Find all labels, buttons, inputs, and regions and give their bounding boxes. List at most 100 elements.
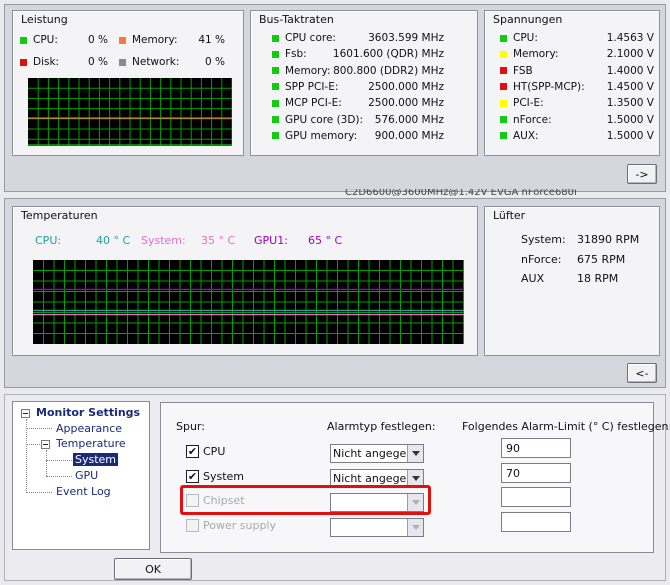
voltage-row-label: HT(SPP-MCP): — [513, 80, 585, 93]
chevron-down-icon[interactable] — [407, 469, 423, 487]
col-limit-header: Folgendes Alarm-Limit (° C) festlegen: — [462, 420, 670, 433]
tree-connector — [26, 444, 40, 445]
performance-graph — [28, 78, 232, 146]
voltage-row: AUX: — [500, 130, 539, 142]
bus-status-swatch — [272, 132, 279, 140]
voltage-row-label: AUX: — [513, 129, 539, 142]
voltage-row: CPU: — [500, 32, 538, 44]
voltage-row-value: 1.4563 V — [606, 32, 654, 44]
voltage-row-value: 2.1000 V — [606, 48, 654, 61]
disk-color-swatch — [20, 58, 27, 66]
background-window-text: C2D6600@3600MHz@1.42V EVGA nForce680i — [345, 189, 577, 196]
luefter-title: Lüfter — [493, 209, 526, 222]
temp-cpu-value: 40 ° C — [96, 234, 131, 247]
voltage-row-value: 1.5000 V — [606, 113, 654, 126]
alarm-checkbox[interactable]: ✔ — [186, 469, 199, 483]
bus-row-value: 1601.600 (QDR) MHz — [332, 48, 444, 61]
voltage-row: Memory: — [500, 48, 558, 60]
tree-connector — [46, 460, 72, 461]
voltage-row: PCI-E: — [500, 97, 544, 109]
bus-row-value: 800.800 (DDR2) MHz — [333, 64, 444, 77]
voltage-status-swatch — [500, 67, 507, 75]
tree-item-gpu[interactable]: GPU — [75, 469, 98, 482]
bus-row-value: 2500.000 MHz — [368, 80, 444, 93]
alarm-limit-input[interactable]: 90 — [501, 438, 571, 458]
tree-item-system[interactable]: System — [73, 453, 119, 466]
voltage-row-label: nForce: — [513, 113, 552, 126]
chevron-down-icon[interactable] — [407, 518, 423, 536]
tree-item-monitor-settings[interactable]: Monitor Settings — [36, 406, 140, 419]
voltage-status-swatch — [500, 116, 507, 123]
voltage-row: FSB — [500, 65, 533, 77]
bus-row-label: CPU core: — [285, 32, 336, 44]
tree-connector — [46, 476, 72, 477]
bus-row: CPU core: — [272, 32, 336, 44]
bus-row-label: Memory: — [285, 64, 331, 77]
tree-temperature-expander-icon[interactable] — [41, 440, 50, 449]
tree-root-expander-icon[interactable] — [21, 409, 30, 418]
memory-color-swatch — [119, 36, 126, 44]
fan-row-label: nForce: — [521, 252, 562, 266]
voltage-row-label: Memory: — [513, 48, 559, 61]
voltage-row-value: 1.4500 V — [606, 80, 654, 93]
chevron-down-icon[interactable] — [407, 445, 423, 462]
performance-graph-canvas — [28, 78, 232, 146]
bus-row: Memory: — [272, 65, 330, 77]
leistung-network-value: 0 % — [205, 56, 225, 68]
voltage-row-label: CPU: — [513, 32, 538, 44]
voltage-row: nForce: — [500, 114, 552, 126]
alarm-limit-input[interactable] — [501, 487, 571, 507]
alarm-row-label: CPU — [203, 445, 226, 458]
voltage-status-swatch — [500, 99, 507, 107]
leistung-memory-row: Memory: — [119, 34, 177, 46]
alarm-checkbox[interactable]: ✔ — [186, 445, 199, 458]
alarm-checkbox[interactable] — [186, 518, 199, 532]
tree-item-temperature[interactable]: Temperature — [56, 437, 126, 450]
bus-status-swatch — [272, 99, 279, 107]
bus-row: Fsb: — [272, 48, 307, 60]
tree-item-event-log[interactable]: Event Log — [56, 485, 111, 498]
bus-row-value: 900.000 MHz — [374, 129, 444, 142]
voltage-row-value: 1.3500 V — [606, 97, 654, 110]
voltage-row: HT(SPP-MCP): — [500, 81, 585, 93]
ok-button[interactable]: OK — [114, 558, 192, 580]
leistung-disk-label: Disk: — [33, 56, 60, 68]
voltage-row-label: PCI-E: — [513, 97, 544, 110]
bus-status-swatch — [272, 116, 279, 123]
tree-item-appearance[interactable]: Appearance — [56, 422, 122, 435]
leistung-disk-value: 0 % — [88, 56, 108, 68]
temperature-graph — [33, 260, 464, 344]
bus-row-value: 2500.000 MHz — [368, 97, 444, 110]
alarm-type-select[interactable]: Nicht angegeben — [330, 444, 424, 463]
voltage-status-swatch — [500, 132, 507, 140]
bus-row-value: 576.000 MHz — [374, 113, 444, 126]
alarm-limit-input[interactable] — [501, 511, 571, 532]
leistung-title: Leistung — [21, 13, 68, 26]
temp-system-label: System: — [141, 234, 186, 247]
alarm-row-label: Power supply — [203, 518, 276, 532]
bus-status-swatch — [272, 34, 279, 42]
bus-status-swatch — [272, 67, 279, 75]
alarm-limit-input[interactable]: 70 — [501, 462, 571, 483]
voltage-status-swatch — [500, 83, 507, 91]
voltage-status-swatch — [500, 50, 507, 58]
network-color-swatch — [119, 58, 126, 66]
leistung-memory-label: Memory: — [132, 34, 178, 46]
voltage-row-label: FSB — [513, 64, 533, 77]
settings-tree: Monitor Settings Appearance Temperature … — [12, 401, 150, 550]
tree-connector — [26, 492, 52, 493]
leistung-cpu-row: CPU: — [20, 34, 58, 46]
fan-row-value: 18 RPM — [577, 272, 619, 285]
temp-gpu1-value: 65 ° C — [308, 234, 343, 247]
alarm-type-select[interactable] — [330, 517, 424, 537]
bus-row: SPP PCI-E: — [272, 81, 338, 93]
bus-status-swatch — [272, 83, 279, 91]
expand-button[interactable]: -> — [627, 164, 657, 184]
voltage-row-value: 1.4000 V — [606, 64, 654, 77]
cpu-color-swatch — [20, 36, 27, 44]
chipset-row-highlight — [180, 485, 431, 515]
bus-row-value: 3603.599 MHz — [368, 32, 444, 44]
fan-row-label: System: — [521, 233, 566, 246]
tree-connector — [26, 419, 27, 493]
collapse-button[interactable]: <- — [627, 363, 657, 383]
